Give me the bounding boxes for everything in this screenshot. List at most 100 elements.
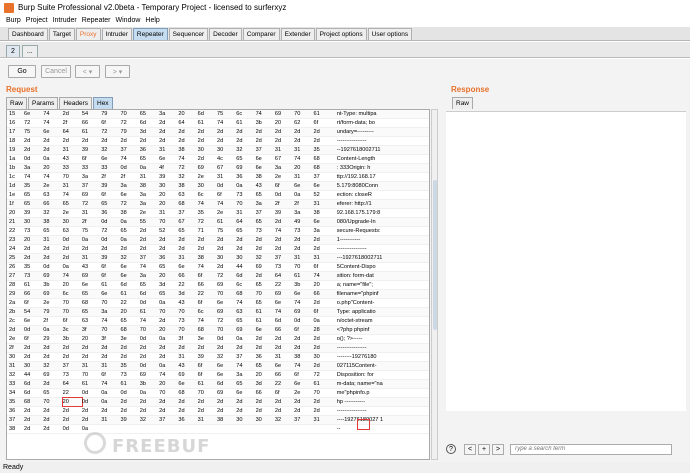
hex-row[interactable]: 29 66 69 6c 65 6e 61 6d 65 3d 22 70 68 70 69 6e 66 filena… [7, 290, 429, 299]
hex-byte[interactable]: 2d [24, 407, 43, 415]
hex-byte[interactable]: 61 [198, 380, 217, 388]
hex-byte[interactable]: 20 [61, 397, 83, 407]
hex-byte[interactable]: 2f [120, 173, 139, 181]
hex-row[interactable]: 20 39 32 2e 31 36 38 2e 31 37 35 2e 31 37 39 3a 38 92.168… [7, 209, 429, 218]
hex-byte[interactable]: 65 [159, 290, 178, 298]
hex-byte[interactable]: 2f [101, 173, 120, 181]
hex-byte[interactable]: 6d [275, 317, 294, 325]
hex-byte[interactable]: 66 [275, 326, 294, 334]
hex-byte[interactable]: 3a [24, 164, 43, 172]
hex-byte[interactable]: 2d [120, 398, 139, 406]
hex-byte[interactable]: 30 [63, 218, 82, 226]
hex-byte[interactable]: 30 [217, 146, 236, 154]
hex-byte[interactable]: 2e [275, 173, 294, 181]
hex-byte[interactable]: 31 [313, 254, 332, 262]
hex-byte[interactable]: 2d [217, 344, 236, 352]
hex-byte[interactable]: 2d [198, 137, 217, 145]
hex-byte[interactable]: 74 [24, 173, 43, 181]
hex-byte[interactable]: 65 [82, 290, 101, 298]
hex-byte[interactable]: 37 [256, 209, 275, 217]
hex-byte[interactable]: 2d [178, 407, 197, 415]
hex-byte[interactable]: 2d [256, 245, 275, 253]
tab-proxy[interactable]: Proxy [75, 28, 101, 40]
hex-ascii[interactable]: o.php"Content- [333, 299, 407, 307]
hex-byte[interactable]: 61 [236, 119, 255, 127]
hex-row[interactable]: 2c 6e 2f 6f 63 74 65 74 2d 73 74 72 65 61 6d 0d 0a n/octe… [7, 317, 429, 326]
hex-byte[interactable]: 30 [198, 146, 217, 154]
hex-byte[interactable]: 6f [313, 308, 332, 316]
hex-byte[interactable]: 70 [101, 299, 120, 307]
hex-byte[interactable]: 2d [43, 146, 62, 154]
hex-byte[interactable]: 70 [256, 290, 275, 298]
hex-byte[interactable]: 2d [294, 398, 313, 406]
hex-byte[interactable]: 63 [63, 227, 82, 235]
hex-byte[interactable]: 2d [24, 245, 43, 253]
hex-ascii[interactable]: undary=--------- [333, 128, 407, 136]
hex-byte[interactable]: 0d [101, 218, 120, 226]
hex-byte[interactable]: 64 [63, 380, 82, 388]
hex-ascii[interactable]: <?php phpinf [333, 326, 407, 334]
hex-row[interactable]: 2d 0d 0a 3c 3f 70 68 70 20 70 68 70 69 6e 66 6f 28 <?php … [7, 326, 429, 335]
hex-byte[interactable]: 70 [178, 326, 197, 334]
hex-byte[interactable]: 74 [275, 308, 294, 316]
hex-byte[interactable]: 3d [140, 128, 159, 136]
hex-byte[interactable]: 6f [198, 299, 217, 307]
hex-byte[interactable]: 2d [159, 407, 178, 415]
hex-byte[interactable]: 33 [82, 164, 101, 172]
hex-byte[interactable]: 2d [217, 128, 236, 136]
hex-byte[interactable]: 20 [256, 371, 275, 379]
hex-byte[interactable]: 0d [24, 326, 43, 334]
hex-byte[interactable]: 65 [43, 389, 62, 397]
hex-byte[interactable]: 3d [159, 281, 178, 289]
hex-byte[interactable]: 65 [24, 191, 43, 199]
hex-byte[interactable]: 2d [82, 416, 101, 424]
hex-byte[interactable]: 2d [140, 407, 159, 415]
hex-byte[interactable]: 31 [43, 236, 62, 244]
hex-byte[interactable]: 6e [256, 326, 275, 334]
hex-byte[interactable]: 61 [256, 308, 275, 316]
hex-byte[interactable]: 2d [63, 353, 82, 361]
hex-byte[interactable]: 79 [120, 128, 139, 136]
hex-byte[interactable]: 31 [294, 173, 313, 181]
subtab-more[interactable]: ... [21, 45, 38, 57]
hex-byte[interactable]: 65 [256, 362, 275, 370]
hex-byte[interactable]: 65 [24, 200, 43, 208]
hex-byte[interactable]: 63 [178, 191, 197, 199]
hex-byte[interactable]: 37 [313, 173, 332, 181]
hex-byte[interactable]: 2d [43, 137, 62, 145]
hex-ascii[interactable]: ---1927618002711 [333, 254, 407, 262]
hex-byte[interactable]: 61 [24, 281, 43, 289]
hex-byte[interactable]: 74 [198, 317, 217, 325]
hex-byte[interactable]: 2e [63, 209, 82, 217]
hex-ascii[interactable]: m-data; name="na [333, 380, 407, 388]
hex-byte[interactable]: 32 [101, 146, 120, 154]
hex-byte[interactable]: 65 [101, 200, 120, 208]
hex-byte[interactable]: 64 [275, 272, 294, 280]
hex-byte[interactable]: 2d [178, 245, 197, 253]
hex-row[interactable]: 18 2d 2d 2d 2d 2d 2d 2d 2d 2d 2d 2d 2d 2d 2d 2d 2d ------… [7, 137, 429, 146]
hex-byte[interactable]: 72 [120, 119, 139, 127]
hex-byte[interactable]: 2d [101, 245, 120, 253]
hex-byte[interactable]: 0d [120, 389, 139, 397]
hex-byte[interactable]: 2d [256, 398, 275, 406]
hex-byte[interactable]: 66 [198, 281, 217, 289]
hex-byte[interactable]: 2d [63, 245, 82, 253]
hex-byte[interactable]: 73 [24, 272, 43, 280]
hex-byte[interactable]: 3d [256, 380, 275, 388]
hex-byte[interactable]: 2d [294, 128, 313, 136]
hex-byte[interactable] [217, 425, 236, 433]
hex-row[interactable]: 32 44 69 73 70 6f 73 69 74 69 6f 6e 3a 20 66 6f 72 Dispos… [7, 371, 429, 380]
hex-byte[interactable]: 70 [82, 371, 101, 379]
hex-byte[interactable]: 2d [217, 263, 236, 271]
hex-byte[interactable]: 2d [217, 137, 236, 145]
hex-byte[interactable]: 2d [159, 398, 178, 406]
hex-byte[interactable]: 73 [63, 371, 82, 379]
hex-byte[interactable]: 22 [120, 299, 139, 307]
search-input[interactable] [510, 443, 672, 455]
hex-byte[interactable]: 32 [43, 362, 62, 370]
hex-byte[interactable]: 22 [275, 380, 294, 388]
hex-byte[interactable]: 37 [63, 362, 82, 370]
hex-byte[interactable]: 6d [24, 380, 43, 388]
hex-byte[interactable]: 29 [43, 335, 62, 343]
hex-byte[interactable]: 6f [313, 263, 332, 271]
